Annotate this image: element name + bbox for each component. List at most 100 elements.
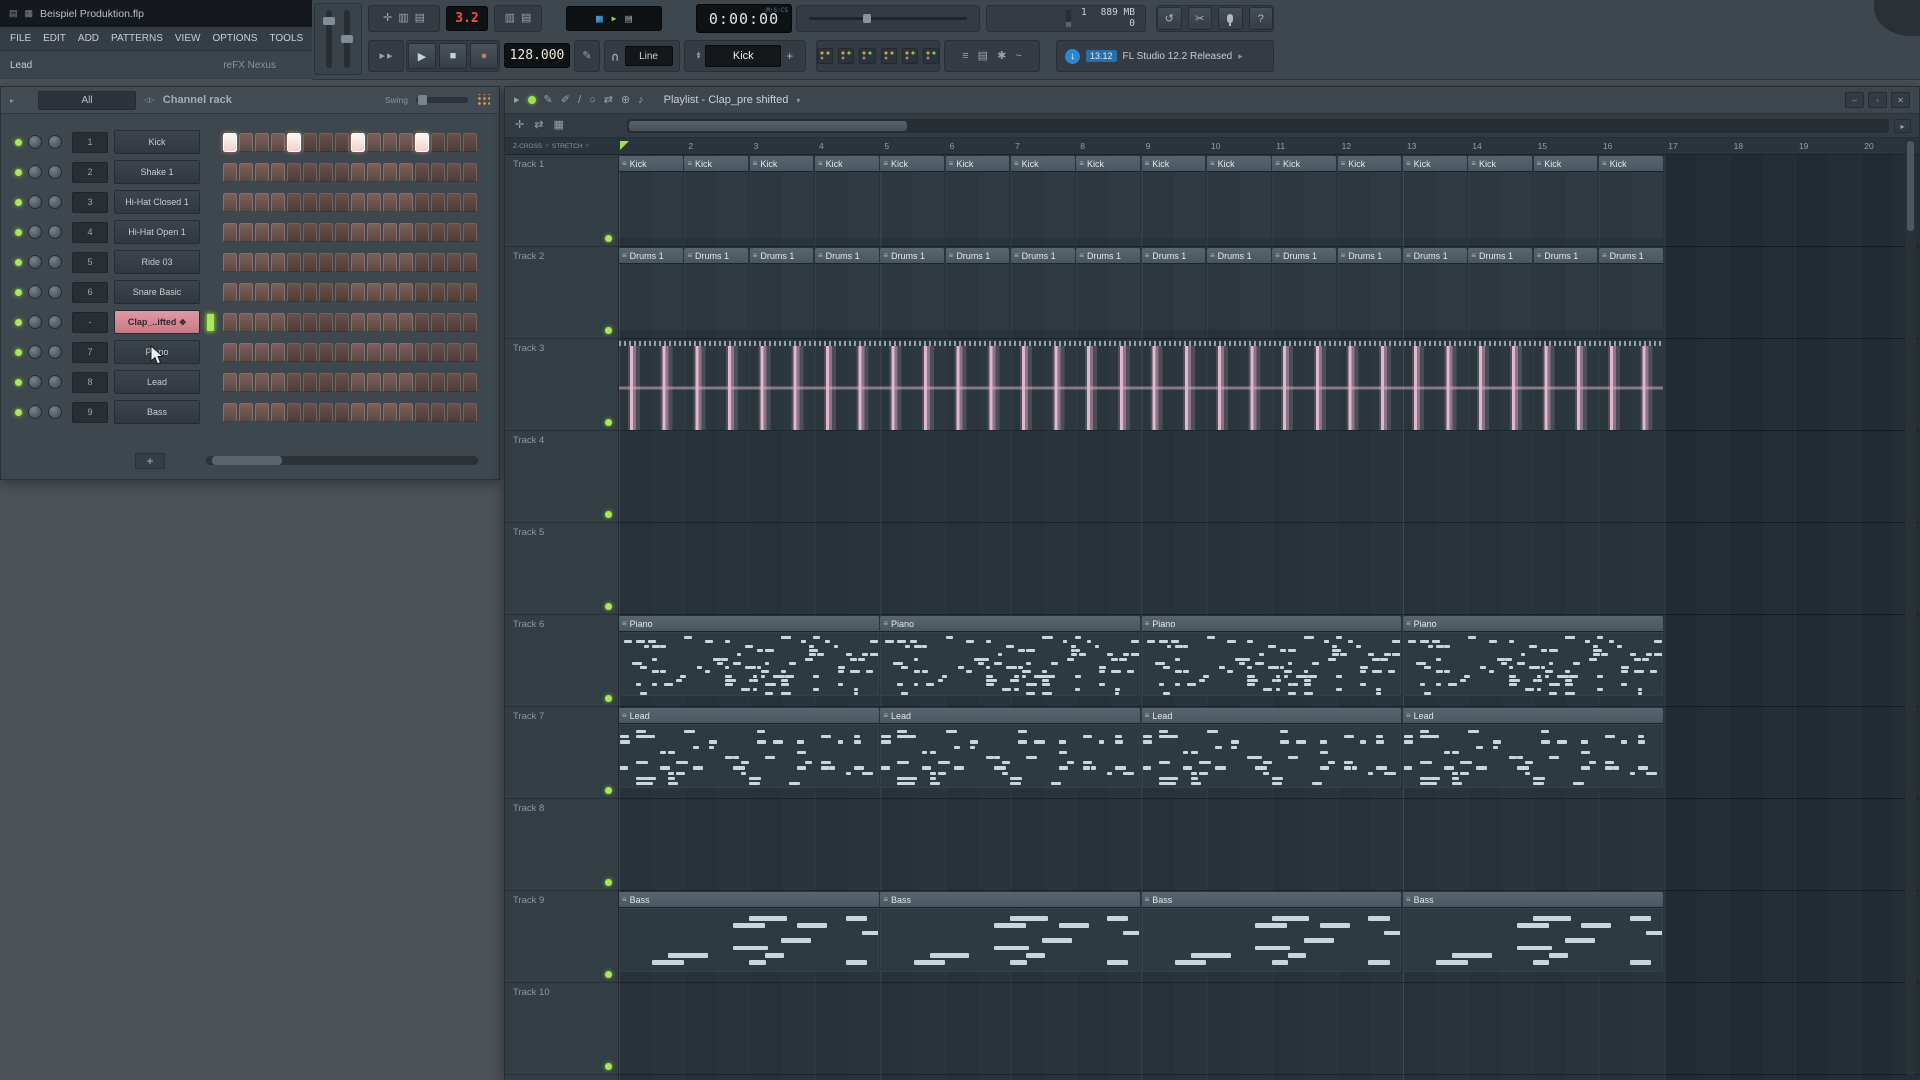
step-1[interactable]	[223, 252, 237, 272]
lead-clip[interactable]: ≡ Lead	[1402, 708, 1663, 788]
pan-knob[interactable]	[28, 255, 42, 269]
step-14[interactable]	[431, 402, 445, 422]
step-1[interactable]	[223, 132, 237, 152]
browser-toggle-icon[interactable]	[901, 48, 918, 64]
step-15[interactable]	[447, 162, 461, 182]
recycle-icon[interactable]: ↺	[1157, 7, 1182, 30]
tempo-display[interactable]: 128.000	[504, 43, 570, 68]
step-5[interactable]	[287, 192, 301, 212]
step-16[interactable]	[463, 342, 477, 362]
mixer-toggle-icon[interactable]	[880, 48, 897, 64]
bar-label-3[interactable]: 3	[754, 141, 759, 151]
channel-enable-led[interactable]	[15, 228, 22, 236]
step-7[interactable]	[319, 162, 333, 182]
drums-1-clip[interactable]: ≡ Drums 1	[1337, 248, 1402, 330]
step-2[interactable]	[239, 192, 253, 212]
track-name-6[interactable]: Track 6	[513, 619, 544, 630]
pan-knob[interactable]	[28, 225, 42, 239]
drums-1-clip[interactable]: ≡ Drums 1	[814, 248, 879, 330]
channel-enable-led[interactable]	[15, 288, 22, 296]
step-7[interactable]	[319, 282, 333, 302]
step-14[interactable]	[431, 192, 445, 212]
bar-label-19[interactable]: 19	[1799, 141, 1808, 151]
lead-clip[interactable]: ≡ Lead	[619, 708, 879, 788]
step-14[interactable]	[431, 222, 445, 242]
speaker-icon[interactable]: ♪	[638, 94, 644, 106]
bar-label-5[interactable]: 5	[884, 141, 889, 151]
step-4[interactable]	[271, 192, 285, 212]
volume-knob[interactable]	[48, 135, 62, 149]
scissors-icon[interactable]: ✂	[1187, 7, 1212, 30]
step-13[interactable]	[415, 162, 429, 182]
pan-knob[interactable]	[28, 405, 42, 419]
step-11[interactable]	[383, 162, 397, 182]
track-name-10[interactable]: Track 10	[513, 987, 550, 998]
channel-enable-led[interactable]	[15, 408, 22, 416]
step-2[interactable]	[239, 282, 253, 302]
channel-enable-led[interactable]	[15, 138, 22, 146]
kick-clip[interactable]: ≡ Kick	[1272, 156, 1337, 238]
step-4[interactable]	[271, 312, 285, 332]
step-5[interactable]	[287, 222, 301, 242]
piano-roll-toggle-icon[interactable]	[838, 48, 855, 64]
step-12[interactable]	[399, 342, 413, 362]
step-12[interactable]	[399, 132, 413, 152]
step-6[interactable]	[303, 222, 317, 242]
bass-clip[interactable]: ≡ Bass	[619, 892, 879, 972]
step-3[interactable]	[255, 162, 269, 182]
step-9[interactable]	[351, 252, 365, 272]
step-7[interactable]	[319, 342, 333, 362]
track-name-3[interactable]: Track 3	[513, 343, 544, 354]
move-tool-icon[interactable]: ✛	[515, 120, 524, 131]
menu-item-view[interactable]: VIEW	[169, 31, 207, 46]
drums-1-clip[interactable]: ≡ Drums 1	[1206, 248, 1271, 330]
pan-knob[interactable]	[28, 345, 42, 359]
bar-label-20[interactable]: 20	[1864, 141, 1873, 151]
microphone-icon[interactable]	[1218, 7, 1243, 30]
step-4[interactable]	[271, 132, 285, 152]
bar-label-9[interactable]: 9	[1146, 141, 1151, 151]
lead-clip[interactable]: ≡ Lead	[1141, 708, 1402, 788]
step-4[interactable]	[271, 282, 285, 302]
step-9[interactable]	[351, 162, 365, 182]
grid-snap-icon[interactable]: ▦	[553, 120, 563, 131]
volume-knob[interactable]	[48, 375, 62, 389]
step-12[interactable]	[399, 252, 413, 272]
step-8[interactable]	[335, 252, 349, 272]
step-16[interactable]	[463, 372, 477, 392]
step-10[interactable]	[367, 162, 381, 182]
bar-label-18[interactable]: 18	[1734, 141, 1743, 151]
piano-clip[interactable]: ≡ Piano	[1141, 616, 1402, 696]
step-8[interactable]	[335, 282, 349, 302]
track-led-3[interactable]	[605, 419, 612, 426]
step-1[interactable]	[223, 222, 237, 242]
step-15[interactable]	[447, 252, 461, 272]
step-6[interactable]	[303, 162, 317, 182]
step-9[interactable]	[351, 222, 365, 242]
step-11[interactable]	[383, 342, 397, 362]
channel-number[interactable]: 4	[72, 221, 108, 243]
step-9[interactable]	[351, 192, 365, 212]
bass-clip[interactable]: ≡ Bass	[1402, 892, 1663, 972]
step-12[interactable]	[399, 372, 413, 392]
stop-button[interactable]: ■	[439, 43, 467, 69]
step-4[interactable]	[271, 372, 285, 392]
step-15[interactable]	[447, 402, 461, 422]
volume-knob[interactable]	[48, 225, 62, 239]
menu-item-edit[interactable]: EDIT	[37, 31, 72, 46]
step-1[interactable]	[223, 342, 237, 362]
bar-label-15[interactable]: 15	[1538, 141, 1547, 151]
channel-number[interactable]: 6	[72, 281, 108, 303]
pan-knob[interactable]	[28, 195, 42, 209]
step-5[interactable]	[287, 342, 301, 362]
news-panel[interactable]: ↓ 13.12 FL Studio 12.2 Released ▸	[1056, 40, 1274, 72]
step-11[interactable]	[383, 312, 397, 332]
minimize-button[interactable]: –	[1845, 92, 1864, 108]
bass-clip[interactable]: ≡ Bass	[880, 892, 1141, 972]
step-10[interactable]	[367, 312, 381, 332]
playhead-marker[interactable]	[620, 141, 629, 150]
step-11[interactable]	[383, 132, 397, 152]
slice-tool-icon[interactable]: /	[578, 94, 581, 106]
step-8[interactable]	[335, 372, 349, 392]
close-button[interactable]: ✕	[1891, 92, 1910, 108]
